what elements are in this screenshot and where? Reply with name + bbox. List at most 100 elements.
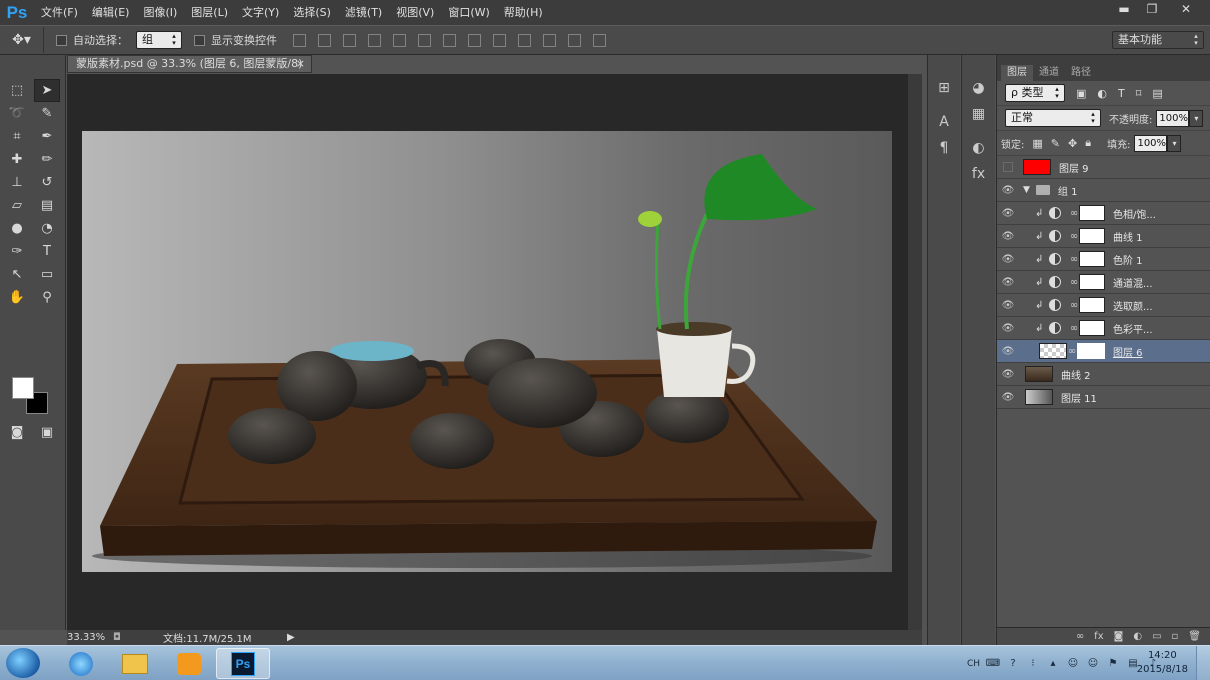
gradient-tool-icon[interactable]: ▤	[34, 194, 60, 217]
layer-style-icon[interactable]: fx	[1094, 631, 1103, 642]
taskbar-explorer-icon[interactable]	[108, 648, 162, 679]
layer-thumbnail[interactable]	[1039, 343, 1067, 359]
brush-tool-icon[interactable]: ✏	[34, 148, 60, 171]
eye-icon[interactable]: 👁︎	[997, 185, 1019, 196]
dodge-tool-icon[interactable]: ◔	[34, 217, 60, 240]
document-canvas[interactable]	[82, 131, 892, 572]
mask-thumbnail[interactable]	[1079, 228, 1105, 244]
mask-thumbnail[interactable]	[1079, 297, 1105, 313]
screen-mode-icon[interactable]: ▣	[34, 421, 60, 444]
path-select-tool-icon[interactable]: ↖	[4, 263, 30, 286]
align-bottom-icon[interactable]	[343, 33, 356, 47]
lock-all-icon[interactable]: 🔒︎	[1085, 136, 1091, 150]
distribute-top-icon[interactable]	[443, 33, 456, 47]
link-icon[interactable]: ∞	[1069, 231, 1079, 242]
filter-pixel-icon[interactable]: ▣	[1076, 87, 1086, 100]
eraser-tool-icon[interactable]: ▱	[4, 194, 30, 217]
layer-row[interactable]: 👁︎ ↲ ∞ 色阶 1	[997, 248, 1210, 271]
delete-layer-icon[interactable]: 🗑︎	[1188, 631, 1201, 642]
layer-row[interactable]: 👁︎ ↲ ∞ 选取颜...	[997, 294, 1210, 317]
align-vcenter-icon[interactable]	[318, 33, 331, 47]
link-icon[interactable]: ∞	[1069, 323, 1079, 334]
color-panel-icon[interactable]: ◕	[966, 77, 992, 99]
paragraph-panel-icon[interactable]: ¶	[931, 137, 957, 159]
filter-type-icon[interactable]: T	[1118, 87, 1125, 100]
align-hcenter-icon[interactable]	[393, 33, 406, 47]
eye-icon[interactable]: 👁︎	[997, 254, 1019, 265]
layer-row-selected[interactable]: 👁︎ ∞ 图层 6	[997, 340, 1210, 363]
move-tool-icon[interactable]: ➤	[34, 79, 60, 102]
swatches-panel-icon[interactable]: ▦	[966, 103, 992, 125]
eye-icon[interactable]: 👁︎	[997, 346, 1019, 357]
close-button[interactable]: ✕	[1166, 0, 1206, 18]
move-tool-preset-icon[interactable]: ✥▾	[0, 27, 44, 53]
language-indicator[interactable]: CH	[967, 659, 980, 669]
history-panel-icon[interactable]: ⊞	[931, 77, 957, 99]
link-icon[interactable]: ∞	[1069, 254, 1079, 265]
align-right-icon[interactable]	[418, 33, 431, 47]
mask-thumbnail[interactable]	[1079, 320, 1105, 336]
filter-shape-icon[interactable]: ⌑	[1136, 87, 1142, 100]
eye-icon[interactable]: 👁︎	[997, 277, 1019, 288]
restore-button[interactable]: ❐	[1138, 0, 1166, 18]
menu-file[interactable]: 文件(F)	[34, 0, 85, 25]
filter-smart-icon[interactable]: ▤	[1152, 87, 1162, 100]
hand-tool-icon[interactable]: ✋	[4, 286, 30, 309]
vertical-scrollbar[interactable]	[908, 74, 922, 630]
mask-thumbnail[interactable]	[1079, 205, 1105, 221]
distribute-hcenter-icon[interactable]	[543, 33, 556, 47]
qq2-icon[interactable]: ☺	[1086, 657, 1100, 671]
taskbar-ie-icon[interactable]	[54, 648, 108, 679]
history-brush-tool-icon[interactable]: ↺	[34, 171, 60, 194]
quick-select-tool-icon[interactable]: ✎	[34, 102, 60, 125]
clock[interactable]: 14:20 2015/8/18	[1137, 649, 1188, 677]
tab-layers[interactable]: 图层	[1001, 65, 1033, 81]
type-tool-icon[interactable]: T	[34, 240, 60, 263]
mask-thumbnail[interactable]	[1077, 343, 1105, 359]
shape-tool-icon[interactable]: ▭	[34, 263, 60, 286]
tray-expand-icon[interactable]: ▴	[1046, 657, 1060, 671]
lock-position-icon[interactable]: ✥	[1068, 137, 1077, 150]
new-layer-icon[interactable]: ▫	[1172, 631, 1179, 642]
zoom-level[interactable]: 33.33%	[67, 632, 113, 643]
minimize-button[interactable]: ▬	[1110, 0, 1138, 18]
distribute-bottom-icon[interactable]	[493, 33, 506, 47]
pen-tool-icon[interactable]: ✑	[4, 240, 30, 263]
blur-tool-icon[interactable]: ●	[4, 217, 30, 240]
eye-icon[interactable]: 👁︎	[997, 392, 1019, 403]
taskbar-photoshop-icon[interactable]: Ps	[216, 648, 270, 679]
distribute-vcenter-icon[interactable]	[468, 33, 481, 47]
tab-channels[interactable]: 通道	[1033, 65, 1065, 81]
foreground-color-swatch[interactable]	[12, 377, 34, 399]
layer-row[interactable]: 👁︎ 图层 11	[997, 386, 1210, 409]
align-left-icon[interactable]	[368, 33, 381, 47]
taskbar-media-icon[interactable]	[162, 648, 216, 679]
keyboard-icon[interactable]: ⌨	[986, 657, 1000, 671]
start-button[interactable]	[6, 648, 40, 678]
layer-row[interactable]: 👁︎ ↲ ∞ 通道混...	[997, 271, 1210, 294]
filter-adjustment-icon[interactable]: ◐	[1097, 87, 1107, 100]
auto-select-checkbox[interactable]	[56, 34, 67, 46]
lock-pixels-icon[interactable]: ✎	[1051, 137, 1060, 150]
menu-window[interactable]: 窗口(W)	[441, 0, 496, 25]
visibility-toggle[interactable]	[1003, 162, 1013, 172]
link-icon[interactable]: ∞	[1069, 277, 1079, 288]
mask-thumbnail[interactable]	[1079, 274, 1105, 290]
distribute-left-icon[interactable]	[518, 33, 531, 47]
healing-brush-tool-icon[interactable]: ✚	[4, 148, 30, 171]
lock-transparency-icon[interactable]: ▦	[1032, 137, 1042, 150]
eye-icon[interactable]: 👁︎	[997, 231, 1019, 242]
adjustments-panel-icon[interactable]: ◐	[966, 137, 992, 159]
ime-settings-icon[interactable]: ⁝	[1026, 657, 1040, 671]
menu-edit[interactable]: 编辑(E)	[85, 0, 137, 25]
new-group-icon[interactable]: ▭	[1152, 631, 1161, 642]
fill-input[interactable]: 100%	[1134, 134, 1168, 152]
show-desktop-button[interactable]	[1196, 646, 1210, 680]
mask-thumbnail[interactable]	[1079, 251, 1105, 267]
fill-dropdown-icon[interactable]: ▾	[1167, 134, 1182, 152]
auto-select-dropdown[interactable]: 组	[136, 31, 182, 49]
clone-stamp-tool-icon[interactable]: ⊥	[4, 171, 30, 194]
menu-select[interactable]: 选择(S)	[286, 0, 338, 25]
show-transform-checkbox[interactable]	[194, 34, 205, 46]
help-icon[interactable]: ?	[1006, 657, 1020, 671]
